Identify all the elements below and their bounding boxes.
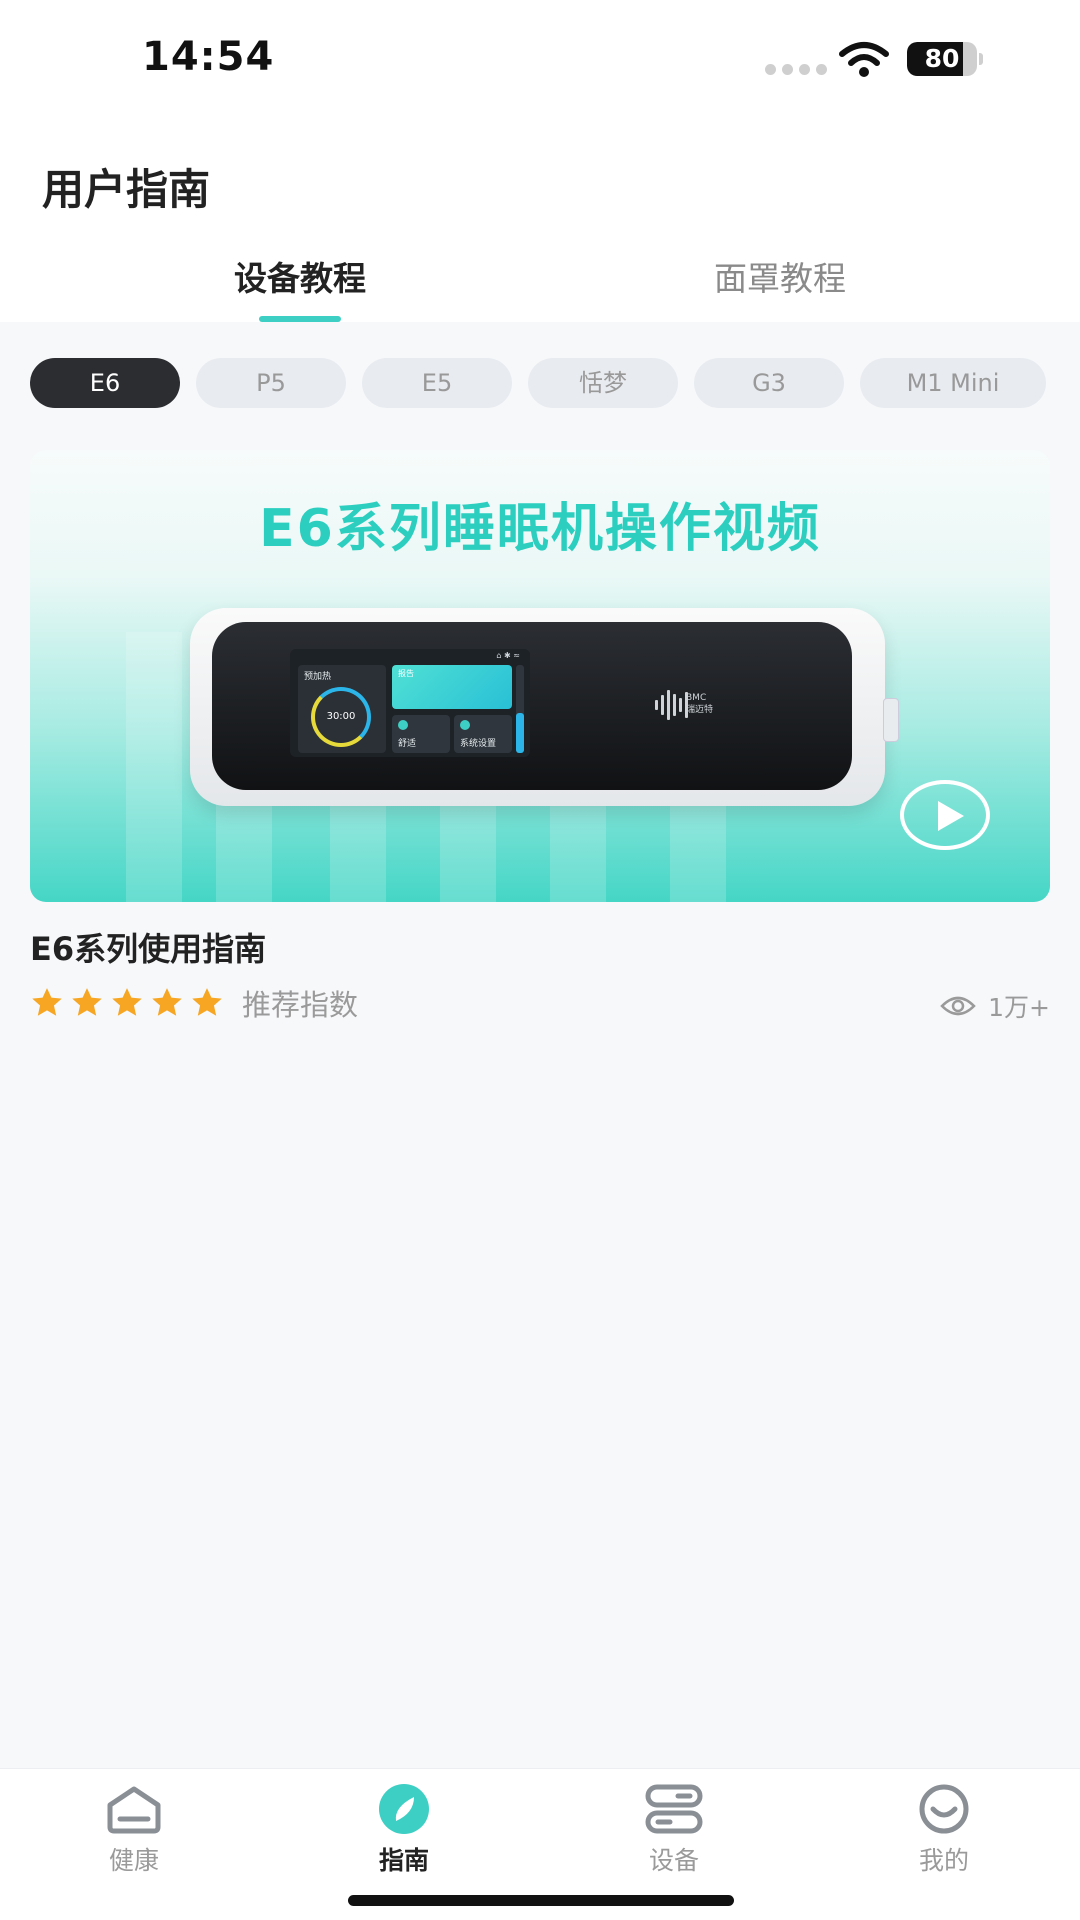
rating-stars	[30, 986, 230, 1020]
nav-profile[interactable]: 我的	[864, 1783, 1024, 1877]
recommendation-rating: 推荐指数	[30, 982, 358, 1024]
star-icon	[72, 988, 102, 1016]
nav-guide-label: 指南	[378, 1846, 429, 1875]
device-screen: ⌂ ✱ ≈ 预加热 30:00 报告 舒适 系统设置	[290, 649, 530, 757]
screen-report-label: 报告	[398, 669, 414, 678]
tab-device-tutorial[interactable]: 设备教程	[150, 252, 450, 300]
star-icon	[32, 988, 62, 1016]
active-tab-indicator	[259, 316, 341, 322]
nav-device-label: 设备	[648, 1846, 699, 1875]
star-icon	[152, 988, 182, 1016]
view-count: 1万+	[940, 988, 1050, 1024]
page-title: 用户指南	[42, 165, 211, 214]
video-title[interactable]: E6系列使用指南	[30, 924, 266, 970]
brand-logo-text: BMC 瑞迈特	[686, 693, 714, 715]
sleep-device-image: ⌂ ✱ ≈ 预加热 30:00 报告 舒适 系统设置 BMC 瑞迈特	[190, 608, 899, 806]
screen-settings-label: 系统设置	[460, 739, 497, 749]
video-thumbnail[interactable]: E6系列睡眠机操作视频 ⌂ ✱ ≈ 预加热 30:00 报告 舒适 系统设置 B…	[30, 450, 1050, 902]
chip-e6[interactable]: E6	[30, 358, 180, 408]
screen-timer: 30:00	[326, 711, 356, 722]
eye-icon	[940, 996, 976, 1016]
device-icon	[645, 1784, 703, 1834]
chip-tianmeng[interactable]: 恬梦	[528, 358, 678, 408]
tab-mask-tutorial[interactable]: 面罩教程	[630, 252, 930, 300]
view-count-text: 1万+	[988, 993, 1050, 1022]
nav-health[interactable]: 健康	[54, 1783, 214, 1877]
screen-comfort-label: 舒适	[398, 739, 417, 749]
cellular-signal-icon	[765, 64, 827, 75]
home-indicator[interactable]	[348, 1895, 734, 1906]
rating-label: 推荐指数	[242, 988, 359, 1022]
status-bar: 14:54 80	[0, 0, 1080, 120]
header: 用户指南 设备教程 面罩教程	[0, 120, 1080, 322]
status-time: 14:54	[142, 34, 275, 80]
health-icon	[107, 1786, 161, 1834]
chip-p5[interactable]: P5	[196, 358, 346, 408]
smile-icon	[919, 1784, 969, 1834]
nav-guide[interactable]: 指南	[324, 1783, 484, 1877]
star-icon	[112, 988, 142, 1016]
chip-e5[interactable]: E5	[362, 358, 512, 408]
chip-m1-mini[interactable]: M1 Mini	[860, 358, 1046, 408]
battery-icon: 80	[907, 42, 983, 76]
nav-profile-label: 我的	[918, 1846, 969, 1875]
chip-g3[interactable]: G3	[694, 358, 844, 408]
wifi-icon	[839, 42, 889, 77]
compass-icon	[379, 1784, 429, 1834]
brand-logo-icon	[655, 688, 688, 722]
nav-health-label: 健康	[108, 1846, 159, 1875]
nav-device[interactable]: 设备	[594, 1783, 754, 1877]
star-icon	[192, 988, 222, 1016]
screen-preheat-label: 预加热	[304, 672, 332, 682]
play-button[interactable]	[900, 780, 990, 850]
battery-level: 80	[924, 44, 960, 73]
video-headline: E6系列睡眠机操作视频	[259, 499, 821, 559]
